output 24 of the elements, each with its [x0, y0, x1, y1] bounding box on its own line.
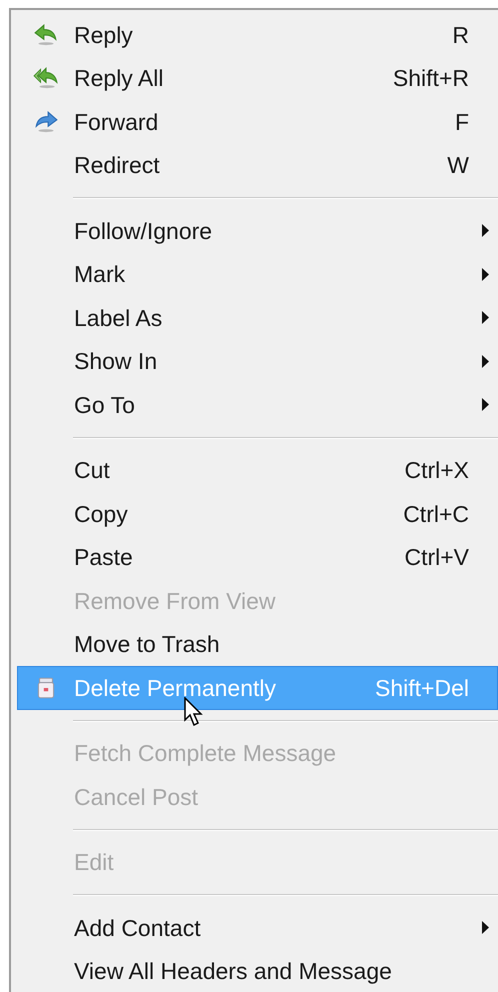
menu-item[interactable]: Reply R: [17, 13, 498, 56]
menu-item[interactable]: Label As: [17, 296, 498, 340]
menu-item[interactable]: Move to Trash: [17, 622, 498, 666]
menu-item[interactable]: Reply All Shift+R: [17, 56, 498, 100]
menu-item[interactable]: Forward F: [17, 100, 498, 144]
submenu-arrow-icon: [482, 354, 489, 368]
submenu-arrow-icon: [482, 311, 489, 324]
menu-item[interactable]: Paste Ctrl+V: [17, 536, 498, 579]
menu-item[interactable]: Show In: [17, 340, 498, 383]
submenu-arrow-icon: [482, 398, 489, 412]
menu-item[interactable]: Redirect W: [17, 144, 498, 187]
submenu-arrow-icon: [482, 921, 489, 934]
reply-arrow-icon: [33, 22, 59, 47]
menu-item[interactable]: Follow/Ignore: [17, 209, 498, 252]
menu-item[interactable]: Copy Ctrl+C: [17, 492, 498, 536]
menu-item[interactable]: Add Contact: [17, 906, 498, 950]
submenu-arrow-icon: [482, 224, 489, 238]
menu-item[interactable]: View All Headers and Message: [17, 950, 498, 992]
submenu-arrow-icon: [482, 268, 489, 281]
menu-item[interactable]: Mark: [17, 252, 498, 296]
forward-arrow-icon: [33, 110, 59, 134]
menu-item[interactable]: Cut Ctrl+X: [17, 448, 498, 492]
reply-all-arrow-icon: [33, 66, 59, 90]
menu-item[interactable]: Go To: [17, 383, 498, 426]
